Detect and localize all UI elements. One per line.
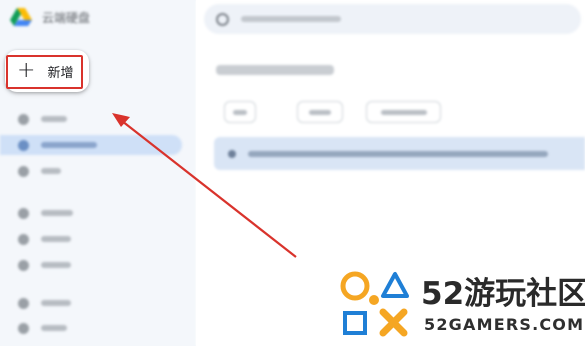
info-banner [214, 137, 585, 170]
filter-chip-modified[interactable] [366, 101, 441, 123]
sidebar-item-shared[interactable] [0, 203, 190, 223]
drive-logo-icon[interactable] [10, 7, 32, 27]
info-icon [228, 149, 236, 158]
watermark-logo-icon [340, 271, 409, 337]
highlight-box [6, 55, 83, 89]
sidebar-item-my-drive[interactable] [0, 135, 182, 155]
sidebar-item-computers[interactable] [0, 161, 190, 181]
watermark: 52游玩社区 52GAMERS.COM [340, 262, 585, 346]
sidebar-item-trash[interactable] [0, 318, 190, 338]
watermark-site: 52GAMERS.COM [424, 315, 585, 334]
starred-icon [18, 259, 29, 271]
filter-chip-type[interactable] [224, 101, 256, 123]
recent-icon [18, 233, 29, 245]
search-icon [216, 12, 229, 26]
trash-icon [18, 322, 29, 334]
sidebar-item-spam[interactable] [0, 293, 190, 313]
sidebar-item-recent[interactable] [0, 229, 190, 249]
app-logo-row: 云端硬盘 [10, 5, 90, 29]
shared-icon [18, 207, 29, 219]
search-bar[interactable] [204, 4, 581, 34]
sidebar-item-home[interactable] [0, 109, 190, 129]
sidebar: 云端硬盘 + 新增 [0, 0, 196, 346]
watermark-brand: 52游玩社区 [421, 276, 585, 312]
banner-text [248, 150, 548, 157]
computers-icon [18, 165, 29, 177]
my-drive-icon [18, 139, 29, 151]
search-placeholder [241, 16, 341, 22]
home-icon [18, 113, 29, 125]
filter-chip-people[interactable] [297, 101, 343, 123]
sidebar-item-starred[interactable] [0, 255, 190, 275]
page-title[interactable] [216, 65, 334, 75]
spam-icon [18, 297, 29, 309]
app-title: 云端硬盘 [42, 10, 91, 25]
